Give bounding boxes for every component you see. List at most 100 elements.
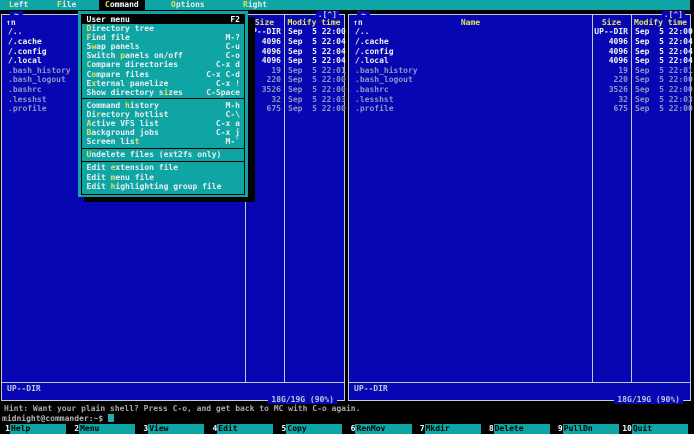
free-space: 18G/19G (90%): [614, 395, 683, 404]
file-mtime: Sep 5 22:00: [288, 85, 346, 95]
file-mtime: Sep 5 22:04: [635, 46, 693, 56]
menu-item-user-menu[interactable]: User menu F2: [81, 15, 244, 25]
menu-item-command-history[interactable]: Command history M-h: [82, 101, 245, 110]
free-space: 18G/19G (90%): [268, 395, 337, 404]
file-size: 32: [618, 94, 628, 104]
menu-item-label: Screen list: [86, 137, 140, 147]
fkey-8-delete[interactable]: 8 Delete: [484, 423, 553, 434]
file-name: /.cache: [355, 36, 389, 46]
fkey-6-renmov[interactable]: 6 RenMov: [345, 423, 414, 434]
fkey-number: 1: [5, 423, 10, 433]
command-prompt[interactable]: midnight@commander:~$: [2, 413, 115, 424]
file-mtime: Sep 5 22:00: [635, 85, 693, 95]
fkey-number: 6: [350, 423, 356, 433]
menubar-item-options[interactable]: Options: [165, 0, 211, 10]
file-row-config[interactable]: /.config 4096 Sep 5 22:04: [350, 46, 693, 57]
menu-item-compare-directories[interactable]: Compare directories C-x d: [82, 60, 245, 69]
file-row-cache[interactable]: /.cache 4096 Sep 5 22:04: [350, 36, 693, 47]
menu-item-shortcut: C-x C-d: [206, 69, 240, 79]
fkey-2-menu[interactable]: 2 Menu: [69, 423, 138, 434]
menu-item-shortcut: C-\: [225, 109, 240, 119]
fkey-9-pulldn[interactable]: 9 PullDn: [553, 423, 622, 434]
fkey-3-view[interactable]: 3 View: [138, 423, 207, 434]
fkey-label: View: [148, 423, 205, 434]
fkey-5-copy[interactable]: 5 Copy: [276, 423, 345, 434]
menu-item-edit-menu-file[interactable]: Edit menu file: [82, 173, 245, 182]
menu-item-edit-extension-file[interactable]: Edit extension file: [82, 163, 245, 172]
file-name: .bash_history: [355, 65, 418, 75]
hotkey-letter: F: [57, 0, 62, 9]
menu-item-background-jobs[interactable]: Background jobs C-x j: [82, 128, 245, 137]
file-mtime: Sep 5 22:00: [635, 27, 693, 37]
menu-item-show-directory-sizes[interactable]: Show directory sizes C-Space: [82, 88, 245, 97]
panel-updir-marker[interactable]: .[^]: [315, 10, 339, 19]
menubar-item-command[interactable]: Command: [99, 0, 145, 10]
file-mtime: Sep 5 22:00: [288, 27, 346, 37]
file-name: .profile: [355, 104, 394, 114]
file-mtime: Sep 5 22:03: [635, 94, 693, 104]
file-row-bash-history[interactable]: .bash_history 19 Sep 5 22:01: [350, 65, 693, 76]
fkey-number: 4: [212, 423, 218, 433]
menubar-item-file[interactable]: File: [51, 0, 82, 10]
ministatus-separator: [2, 382, 344, 383]
hotkey-letter: U: [86, 150, 92, 160]
menu-item-shortcut: C-x a: [215, 119, 240, 129]
menu-shadow: [248, 17, 255, 202]
hotkey-letter: C: [86, 60, 92, 70]
menu-item-active-vfs-list[interactable]: Active VFS list C-x a: [82, 119, 245, 128]
mini-status: UP--DIR: [354, 384, 388, 393]
menu-item-screen-list[interactable]: Screen list M-`: [82, 137, 245, 146]
hotkey-letter: C: [105, 0, 110, 9]
file-row-bash-logout[interactable]: .bash_logout 220 Sep 5 22:00: [350, 75, 693, 85]
fkey-7-mkdir[interactable]: 7 Mkdir: [415, 423, 484, 434]
file-row-bashrc[interactable]: .bashrc 3526 Sep 5 22:00: [350, 85, 693, 95]
file-row-local[interactable]: /.local 4096 Sep 5 22:04: [350, 56, 693, 66]
menu-item-label: Edit menu file: [86, 172, 154, 182]
fkey-number: 5: [281, 423, 287, 433]
file-row-profile[interactable]: .profile 675 Sep 5 22:00: [350, 104, 693, 114]
file-name: .bash_logout: [8, 75, 66, 85]
panel-updir-marker[interactable]: .[^]: [661, 10, 685, 19]
menu-item-shortcut: C-x d: [215, 60, 240, 70]
menu-item-label: Directory tree: [86, 24, 154, 34]
menu-item-undelete-files-ext2fs-only[interactable]: Undelete files (ext2fs only): [82, 150, 245, 159]
file-mtime: Sep 5 22:01: [288, 65, 346, 75]
file-name: /..: [8, 27, 23, 37]
hotkey-letter: t: [134, 137, 140, 147]
prompt-text: midnight@commander:~$: [2, 413, 104, 423]
fkey-label: Delete: [493, 423, 550, 434]
fkey-number: 8: [488, 423, 494, 433]
hotkey-letter: m: [110, 172, 116, 182]
panel-path: ~: [10, 10, 23, 19]
file-mtime: Sep 5 22:04: [635, 36, 693, 46]
file-mtime: Sep 5 22:04: [288, 56, 346, 66]
hotkey-letter: O: [171, 0, 176, 9]
file-row-[interactable]: /.. UP--DIR Sep 5 22:00: [350, 27, 693, 37]
file-mtime: Sep 5 22:04: [288, 46, 346, 56]
menu-item-compare-files[interactable]: Compare files C-x C-d: [82, 70, 245, 79]
menubar-item-right[interactable]: Right: [237, 0, 273, 10]
menu-item-edit-highlighting-group-file[interactable]: Edit highlighting group file: [82, 182, 245, 191]
menu-shadow: [84, 197, 255, 202]
file-name: .bash_logout: [355, 75, 413, 85]
file-mtime: Sep 5 22:03: [288, 94, 346, 104]
fkey-1-help[interactable]: 1 Help: [0, 423, 69, 434]
hotkey-letter: R: [243, 0, 248, 9]
hint-line: Hint: Want your plain shell? Press C-o, …: [4, 403, 361, 413]
ministatus-separator: [349, 382, 690, 383]
file-size: 19: [618, 65, 628, 75]
menu-item-swap-panels[interactable]: Swap panels C-u: [82, 42, 245, 51]
file-row-lesshst[interactable]: .lesshst 32 Sep 5 22:03: [350, 94, 693, 105]
fkey-4-edit[interactable]: 4 Edit: [207, 423, 276, 434]
menu-item-shortcut: M-?: [225, 33, 240, 43]
menu-item-directory-hotlist[interactable]: Directory hotlist C-\: [82, 110, 245, 119]
menu-item-directory-tree[interactable]: Directory tree: [82, 24, 245, 33]
menu-item-external-panelize[interactable]: External panelize C-x !: [82, 79, 245, 88]
fkey-label: Help: [10, 423, 67, 434]
menubar-item-left[interactable]: Left: [3, 0, 34, 10]
file-name: /.config: [355, 46, 394, 56]
file-size: UP--DIR: [594, 27, 628, 37]
menu-item-find-file[interactable]: Find file M-?: [82, 33, 245, 42]
fkey-10-quit[interactable]: 10 Quit: [622, 423, 691, 434]
file-name: .profile: [8, 104, 47, 114]
